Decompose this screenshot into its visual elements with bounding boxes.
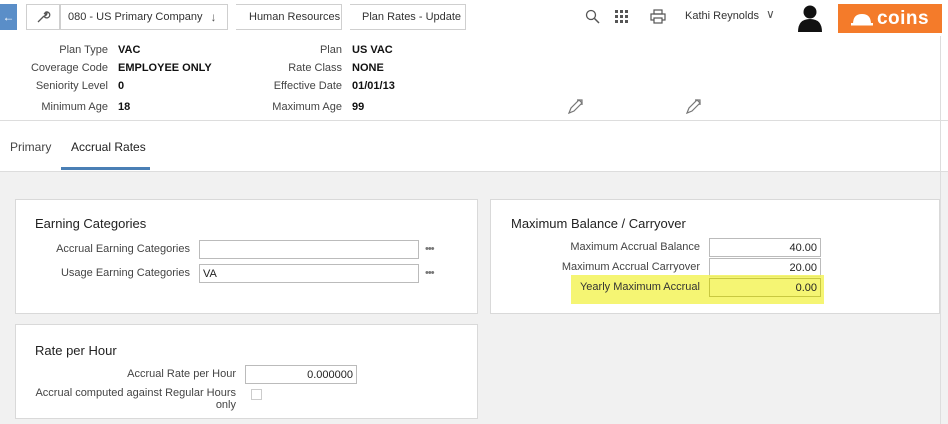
search-icon[interactable]	[585, 9, 600, 24]
plan-type-label: Plan Type	[59, 44, 108, 56]
breadcrumb-company-label: 080 - US Primary Company	[68, 11, 203, 23]
maximum-age-value: 99	[352, 101, 365, 113]
regular-hours-only-checkbox[interactable]	[251, 389, 262, 400]
grid-icon[interactable]	[615, 10, 629, 24]
wrench-icon	[37, 11, 51, 23]
breadcrumb-module[interactable]: Human Resources	[249, 4, 340, 30]
plan-type-value: VAC	[118, 44, 141, 56]
coverage-code-value: EMPLOYEE ONLY	[118, 62, 212, 74]
user-avatar-icon[interactable]	[797, 4, 823, 32]
tab-accrual-rates[interactable]: Accrual Rates	[71, 140, 146, 154]
edit-pencil-icon[interactable]	[566, 98, 584, 116]
header-divider	[0, 120, 948, 121]
rate-class-label: Rate Class	[288, 62, 342, 74]
arrow-left-icon: ←	[2, 10, 15, 24]
coins-logo: coins	[838, 4, 942, 33]
minimum-age-value: 18	[118, 101, 131, 113]
usage-earning-categories-lookup[interactable]: •••	[425, 267, 435, 279]
rate-class-value: NONE	[352, 62, 384, 74]
top-bar: ← 080 - US Primary Company ↓ Human Resou…	[0, 0, 948, 36]
logo-text: coins	[876, 7, 930, 29]
breadcrumb-module-label: Human Resources	[249, 11, 341, 23]
max-accrual-balance-label: Maximum Accrual Balance	[570, 241, 700, 253]
accrual-earning-categories-lookup[interactable]: •••	[425, 243, 435, 255]
tab-primary[interactable]: Primary	[10, 140, 51, 154]
max-balance-title: Maximum Balance / Carryover	[511, 216, 686, 231]
hard-hat-icon	[850, 13, 873, 25]
edit-pencil-icon[interactable]	[684, 98, 702, 116]
breadcrumb-page-label: Plan Rates - Update	[362, 11, 462, 23]
usage-earning-categories-input[interactable]	[199, 264, 419, 283]
minimum-age-label: Minimum Age	[41, 101, 108, 113]
accrual-rate-per-hour-input[interactable]	[245, 365, 357, 384]
yearly-max-accrual-label: Yearly Maximum Accrual	[579, 281, 700, 293]
user-name[interactable]: Kathi Reynolds	[685, 10, 759, 22]
breadcrumb-page[interactable]: Plan Rates - Update	[362, 4, 461, 30]
coverage-code-label: Coverage Code	[30, 62, 108, 74]
breadcrumb-company[interactable]: 080 - US Primary Company ↓	[68, 4, 217, 30]
back-button[interactable]: ←	[0, 4, 17, 30]
chevron-down-icon[interactable]: ∨	[766, 7, 775, 21]
rate-per-hour-title: Rate per Hour	[35, 343, 117, 358]
accrual-rate-per-hour-label: Accrual Rate per Hour	[127, 368, 236, 380]
right-border	[940, 36, 941, 424]
seniority-level-value: 0	[118, 80, 125, 92]
chevron-down-icon: ↓	[210, 10, 217, 24]
seniority-level-label: Seniority Level	[35, 80, 108, 92]
printer-icon[interactable]	[650, 9, 666, 24]
accrual-earning-categories-label: Accrual Earning Categories	[56, 243, 190, 255]
tools-button[interactable]	[26, 4, 60, 30]
earning-categories-title: Earning Categories	[35, 216, 147, 231]
plan-value: US VAC	[352, 44, 393, 56]
yearly-max-accrual-input[interactable]	[709, 278, 821, 297]
active-tab-indicator	[61, 167, 150, 170]
plan-label: Plan	[319, 44, 342, 56]
max-accrual-carryover-label: Maximum Accrual Carryover	[561, 261, 700, 273]
accrual-earning-categories-input[interactable]	[199, 240, 419, 259]
regular-hours-only-label: Accrual computed against Regular Hours o…	[35, 387, 236, 411]
maximum-age-label: Maximum Age	[272, 101, 342, 113]
max-accrual-balance-input[interactable]	[709, 238, 821, 257]
usage-earning-categories-label: Usage Earning Categories	[60, 267, 190, 279]
effective-date-value: 01/01/13	[352, 80, 395, 92]
effective-date-label: Effective Date	[273, 80, 342, 92]
